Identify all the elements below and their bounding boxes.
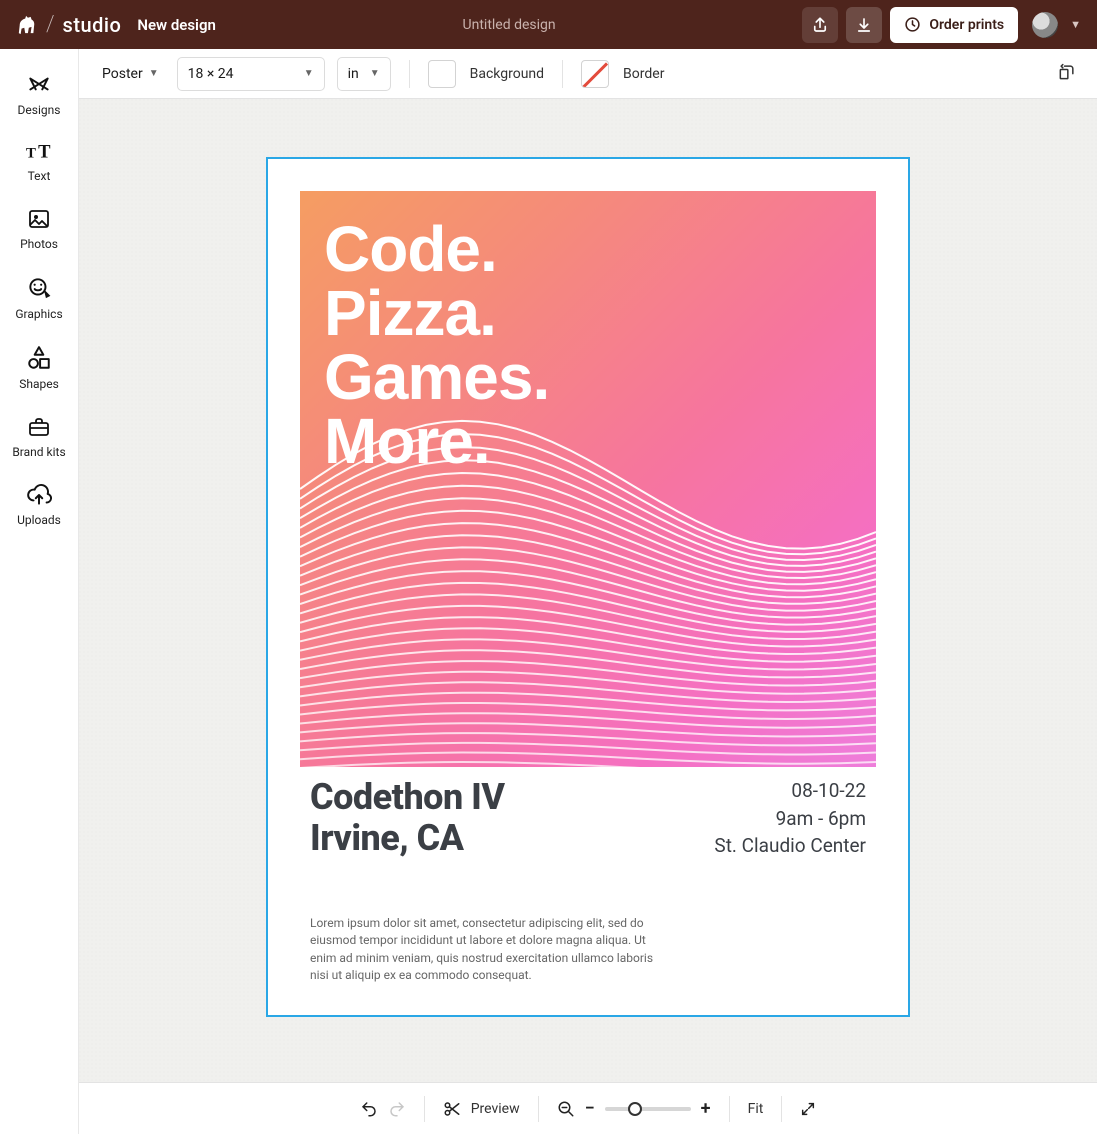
bottom-toolbar: Preview − + Fit xyxy=(79,1082,1097,1134)
chevron-down-icon: ▼ xyxy=(304,68,314,79)
brand-name-text: studio xyxy=(63,13,122,37)
app-top-bar: / studio New design Untitled design Orde… xyxy=(0,0,1097,49)
toolbar-divider xyxy=(781,1096,782,1122)
graphics-icon xyxy=(26,275,52,301)
zoom-slider-handle[interactable] xyxy=(628,1102,642,1116)
rotate-button[interactable] xyxy=(1057,62,1077,86)
undo-icon xyxy=(360,1100,378,1118)
toolbar-divider xyxy=(538,1096,539,1122)
sidebar-item-designs[interactable]: Designs xyxy=(0,59,78,129)
design-type-label: Poster xyxy=(102,66,143,82)
unit-select[interactable]: in ▼ xyxy=(337,57,391,91)
poster-artwork[interactable]: Code. Pizza. Games. More. xyxy=(300,191,876,767)
sidebar-label: Uploads xyxy=(17,513,61,527)
chevron-down-icon: ▼ xyxy=(370,68,380,79)
user-menu-caret[interactable]: ▼ xyxy=(1070,18,1081,31)
document-title[interactable]: Untitled design xyxy=(463,17,556,33)
dimensions-label: 18 × 24 xyxy=(188,66,234,82)
redo-button[interactable] xyxy=(388,1100,406,1118)
toolbar-divider xyxy=(562,60,563,88)
sidebar-item-text[interactable]: TT Text xyxy=(0,129,78,195)
horse-icon xyxy=(16,15,38,35)
toolbar-divider xyxy=(424,1096,425,1122)
design-type-select[interactable]: Poster ▼ xyxy=(96,57,165,91)
zoom-decrease[interactable]: − xyxy=(585,1098,595,1119)
download-icon xyxy=(855,16,873,34)
cloud-upload-icon xyxy=(26,483,52,507)
sidebar-label: Brand kits xyxy=(12,445,65,459)
sidebar-item-uploads[interactable]: Uploads xyxy=(0,471,78,539)
sidebar-label: Shapes xyxy=(19,377,59,391)
download-button[interactable] xyxy=(846,7,882,43)
document-toolbar: Poster ▼ 18 × 24 ▼ in ▼ Background Borde… xyxy=(0,49,1097,99)
sidebar-label: Graphics xyxy=(15,307,62,321)
left-sidebar: Designs TT Text Photos Graphics Shapes B… xyxy=(0,49,79,1134)
user-avatar[interactable] xyxy=(1032,12,1058,38)
event-details-block: 08-10-22 9am - 6pm St. Claudio Center xyxy=(714,777,866,860)
sidebar-item-shapes[interactable]: Shapes xyxy=(0,333,78,403)
undo-button[interactable] xyxy=(360,1100,378,1118)
top-actions: Order prints ▼ xyxy=(802,7,1081,43)
event-title-block: Codethon IV Irvine, CA xyxy=(310,777,505,860)
sidebar-label: Designs xyxy=(18,103,61,117)
svg-text:T: T xyxy=(38,142,51,163)
zoom-out-icon xyxy=(557,1100,575,1118)
event-date: 08-10-22 xyxy=(714,777,866,805)
briefcase-icon xyxy=(27,415,51,439)
event-title: Codethon IV xyxy=(310,777,505,818)
headline-line: Games. xyxy=(324,345,549,409)
event-time: 9am - 6pm xyxy=(714,805,866,833)
toolbar-divider xyxy=(729,1096,730,1122)
poster-body-text[interactable]: Lorem ipsum dolor sit amet, consectetur … xyxy=(310,915,670,985)
background-label: Background xyxy=(470,66,544,82)
poster-headline[interactable]: Code. Pizza. Games. More. xyxy=(324,217,549,473)
headline-line: Code. xyxy=(324,217,549,281)
fit-button[interactable]: Fit xyxy=(748,1101,764,1117)
preview-label: Preview xyxy=(471,1101,520,1117)
dimensions-select[interactable]: 18 × 24 ▼ xyxy=(177,57,325,91)
redo-icon xyxy=(388,1100,406,1118)
zoom-out-button[interactable] xyxy=(557,1100,575,1118)
order-prints-label: Order prints xyxy=(929,17,1004,33)
sidebar-label: Text xyxy=(28,169,51,183)
designs-icon xyxy=(26,71,52,97)
headline-line: Pizza. xyxy=(324,281,549,345)
border-color-swatch[interactable] xyxy=(581,60,609,88)
brand-separator: / xyxy=(46,12,55,37)
share-button[interactable] xyxy=(802,7,838,43)
sidebar-item-graphics[interactable]: Graphics xyxy=(0,263,78,333)
background-color-swatch[interactable] xyxy=(428,60,456,88)
event-venue: St. Claudio Center xyxy=(714,832,866,860)
poster-info-row[interactable]: Codethon IV Irvine, CA 08-10-22 9am - 6p… xyxy=(310,777,866,860)
preview-button[interactable]: Preview xyxy=(443,1100,520,1118)
clock-icon xyxy=(904,16,921,33)
chevron-down-icon: ▼ xyxy=(149,68,159,79)
photos-icon xyxy=(27,207,51,231)
border-label: Border xyxy=(623,66,664,82)
scissors-icon xyxy=(443,1100,461,1118)
new-design-menu[interactable]: New design xyxy=(137,16,216,34)
order-prints-button[interactable]: Order prints xyxy=(890,7,1018,43)
sidebar-label: Photos xyxy=(20,237,58,251)
fullscreen-button[interactable] xyxy=(800,1101,816,1117)
headline-line: More. xyxy=(324,409,549,473)
sidebar-item-photos[interactable]: Photos xyxy=(0,195,78,263)
rotate-icon xyxy=(1057,62,1077,82)
unit-label: in xyxy=(348,66,359,82)
event-city: Irvine, CA xyxy=(310,818,505,859)
zoom-slider[interactable] xyxy=(605,1107,691,1111)
app-brand[interactable]: / studio xyxy=(16,12,121,37)
design-page[interactable]: Code. Pizza. Games. More. Codethon IV Ir… xyxy=(268,159,908,1015)
upload-icon xyxy=(811,16,829,34)
zoom-increase[interactable]: + xyxy=(701,1098,711,1119)
sidebar-item-brandkits[interactable]: Brand kits xyxy=(0,403,78,471)
fit-label: Fit xyxy=(748,1101,764,1117)
canvas-area[interactable]: Code. Pizza. Games. More. Codethon IV Ir… xyxy=(79,99,1097,1134)
shapes-icon xyxy=(26,345,52,371)
svg-text:T: T xyxy=(26,146,36,162)
expand-icon xyxy=(800,1101,816,1117)
text-icon: TT xyxy=(26,141,52,163)
toolbar-divider xyxy=(409,60,410,88)
